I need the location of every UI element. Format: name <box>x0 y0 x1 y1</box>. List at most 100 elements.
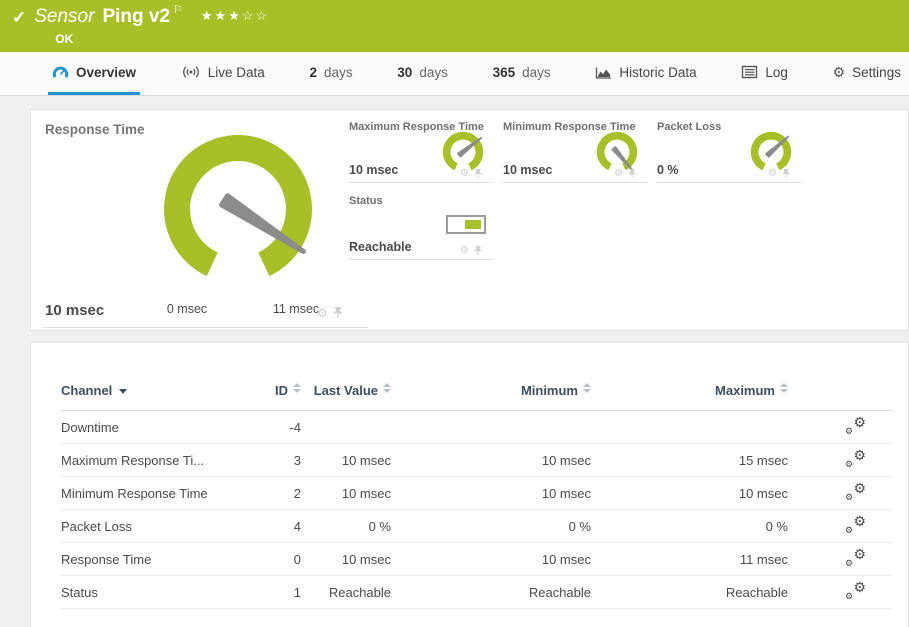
tab-label: Live Data <box>208 65 265 80</box>
tab-live-data[interactable]: Live Data <box>177 52 269 95</box>
tab-label-unit: days <box>419 65 448 80</box>
stars-empty[interactable]: ☆☆ <box>242 8 269 23</box>
packet-loss-block: Packet Loss 0 % ⚙ <box>657 115 801 183</box>
ok-check-icon: ✓ <box>12 8 26 28</box>
table-row: Maximum Response Ti... 3 10 msec 10 msec… <box>61 444 892 477</box>
channel-settings-icon[interactable]: ⚙⚙ <box>844 482 866 502</box>
channel-settings-icon[interactable]: ⚙⚙ <box>844 416 866 436</box>
channel-last-value <box>301 411 391 444</box>
tab-overview[interactable]: Overview <box>48 52 140 95</box>
gauge-current-value: 0 % <box>657 163 679 177</box>
column-header-maximum[interactable]: Maximum <box>591 379 788 411</box>
tab-2-days[interactable]: 2 days <box>306 52 357 95</box>
channel-name[interactable]: Minimum Response Time <box>61 477 251 510</box>
stars-filled[interactable]: ★★★ <box>201 8 242 23</box>
tab-settings[interactable]: ⚙ Settings <box>829 52 905 95</box>
tab-label: Settings <box>852 65 901 80</box>
channel-maximum <box>591 411 788 444</box>
table-row: Status 1 Reachable Reachable Reachable ⚙… <box>61 576 892 609</box>
sort-icon <box>780 383 788 393</box>
channel-gear-icon[interactable]: ⚙ <box>768 169 777 179</box>
tab-historic-data[interactable]: Historic Data <box>591 52 700 95</box>
pin-icon[interactable] <box>473 245 483 256</box>
channel-name[interactable]: Response Time <box>61 543 251 576</box>
column-header-minimum[interactable]: Minimum <box>391 379 591 411</box>
channel-minimum: 10 msec <box>391 477 591 510</box>
table-row: Packet Loss 4 0 % 0 % 0 % ⚙⚙ <box>61 510 892 543</box>
live-data-icon <box>181 65 201 79</box>
channel-settings-icon[interactable]: ⚙⚙ <box>844 548 866 568</box>
gauge-current-value: 10 msec <box>45 302 104 319</box>
channel-minimum: 10 msec <box>391 444 591 477</box>
gauge-scale-min: 0 msec <box>167 302 207 316</box>
table-row: Minimum Response Time 2 10 msec 10 msec … <box>61 477 892 510</box>
channel-gear-icon[interactable]: ⚙ <box>460 246 469 256</box>
priority-stars[interactable]: ★★★☆☆ <box>201 8 269 24</box>
tab-label-unit: days <box>324 65 353 80</box>
channel-gear-icon[interactable]: ⚙ <box>460 169 469 179</box>
pin-icon[interactable] <box>781 168 791 179</box>
channel-gear-icon[interactable]: ⚙ <box>317 307 328 319</box>
status-toggle[interactable] <box>446 215 486 234</box>
gauge-scale-max: 11 msec <box>273 302 319 316</box>
table-row: Response Time 0 10 msec 10 msec 11 msec … <box>61 543 892 576</box>
column-header-channel[interactable]: Channel <box>61 379 251 411</box>
channel-name[interactable]: Status <box>61 576 251 609</box>
tab-label: Historic Data <box>619 65 696 80</box>
channel-last-value: Reachable <box>301 576 391 609</box>
channel-last-value: 0 % <box>301 510 391 543</box>
minimum-response-time-block: Minimum Response Time 10 msec ⚙ <box>503 115 647 183</box>
object-type-label: Sensor <box>34 6 94 28</box>
tab-label-number: 30 <box>397 65 412 80</box>
channel-id: -4 <box>251 411 301 444</box>
channel-id: 1 <box>251 576 301 609</box>
status-value: Reachable <box>349 240 412 254</box>
flag-icon[interactable]: ⚐ <box>173 3 183 16</box>
tab-label-unit: days <box>522 65 551 80</box>
status-toggle-knob <box>465 220 481 229</box>
channel-name[interactable]: Packet Loss <box>61 510 251 543</box>
channel-minimum: 0 % <box>391 510 591 543</box>
response-time-gauge <box>156 125 321 285</box>
channel-name[interactable]: Maximum Response Ti... <box>61 444 251 477</box>
channel-gear-icon[interactable]: ⚙ <box>614 169 623 179</box>
tab-label-number: 2 <box>310 65 318 80</box>
channel-last-value: 10 msec <box>301 477 391 510</box>
sensor-status-bar: ✓ Sensor Ping v2 ⚐ ★★★☆☆ OK <box>0 0 909 52</box>
channel-settings-icon[interactable]: ⚙⚙ <box>844 515 866 535</box>
sort-icon <box>293 383 301 393</box>
channel-settings-icon[interactable]: ⚙⚙ <box>844 581 866 601</box>
table-header-row: Channel ID Last Value Minimum Maximum <box>61 379 892 411</box>
sort-desc-icon <box>119 389 127 394</box>
maximum-response-time-block: Maximum Response Time 10 msec ⚙ <box>349 115 493 183</box>
sensor-name: Ping v2 <box>102 6 170 28</box>
channel-minimum: Reachable <box>391 576 591 609</box>
channel-id: 0 <box>251 543 301 576</box>
channel-settings-icon[interactable]: ⚙⚙ <box>844 449 866 469</box>
gauge-title: Packet Loss <box>657 121 721 133</box>
tab-365-days[interactable]: 365 days <box>489 52 555 95</box>
divider <box>43 327 368 328</box>
tab-label: Overview <box>76 65 136 80</box>
channel-name[interactable]: Downtime <box>61 411 251 444</box>
channels-table: Channel ID Last Value Minimum Maximum Do… <box>61 379 892 609</box>
settings-gear-icon: ⚙ <box>833 64 846 81</box>
channel-maximum: Reachable <box>591 576 788 609</box>
overview-gauges-panel: Response Time 0 msec 11 msec 10 msec ⚙ M… <box>30 109 909 331</box>
column-header-id[interactable]: ID <box>251 379 301 411</box>
tab-30-days[interactable]: 30 days <box>393 52 452 95</box>
gauge-current-value: 10 msec <box>503 163 552 177</box>
pin-icon[interactable] <box>332 306 344 319</box>
tab-log[interactable]: Log <box>737 52 792 95</box>
gauge-title: Response Time <box>45 122 145 137</box>
channel-last-value: 10 msec <box>301 543 391 576</box>
column-header-last-value[interactable]: Last Value <box>301 379 391 411</box>
table-row: Downtime -4 ⚙⚙ <box>61 411 892 444</box>
pin-icon[interactable] <box>627 168 637 179</box>
channels-panel: Channel ID Last Value Minimum Maximum Do… <box>30 342 909 627</box>
channel-minimum <box>391 411 591 444</box>
sensor-status-text: OK <box>55 32 269 46</box>
channel-id: 4 <box>251 510 301 543</box>
pin-icon[interactable] <box>473 168 483 179</box>
channel-maximum: 15 msec <box>591 444 788 477</box>
